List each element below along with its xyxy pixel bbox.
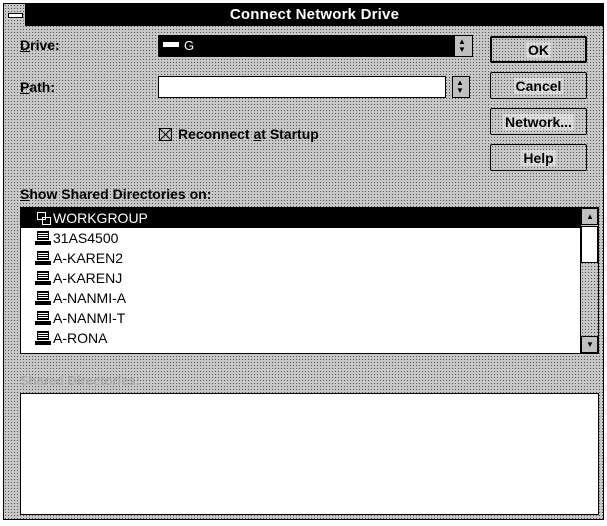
ok-button[interactable]: OK	[490, 36, 587, 63]
computer-icon	[35, 230, 51, 246]
cancel-button[interactable]: Cancel	[490, 72, 587, 99]
computer-icon	[35, 250, 51, 266]
shared-directories-label: Shared Directories:	[20, 373, 140, 388]
vertical-scrollbar[interactable]: ▲ ▼	[580, 208, 598, 353]
path-history-button[interactable]: ▲ ▼	[452, 76, 470, 98]
drive-selected-value: G	[163, 38, 194, 53]
list-item[interactable]: A-KARENJ	[21, 268, 598, 288]
drive-dropdown[interactable]: G ▲ ▼	[158, 35, 473, 57]
reconnect-checkbox[interactable]: Reconnect at Startup	[159, 126, 319, 142]
drive-label: Drive:	[20, 37, 60, 53]
shared-directories-list[interactable]	[20, 393, 599, 515]
list-item[interactable]: 31AS4500	[21, 228, 598, 248]
list-item[interactable]: A-RONA	[21, 328, 598, 348]
reconnect-label: Reconnect at Startup	[178, 126, 319, 142]
computer-icon	[35, 270, 51, 286]
network-button[interactable]: Network...	[490, 108, 587, 135]
scroll-up-button[interactable]: ▲	[581, 208, 598, 225]
network-drive-icon	[163, 42, 179, 49]
scroll-down-button[interactable]: ▼	[581, 336, 598, 353]
dialog-title: Connect Network Drive	[229, 6, 400, 23]
computer-icon	[35, 330, 51, 346]
list-item[interactable]: A-NANMI-T	[21, 308, 598, 328]
list-item[interactable]: A-NANMI-A	[21, 288, 598, 308]
list-item-workgroup[interactable]: WORKGROUP	[21, 208, 598, 228]
help-button[interactable]: Help	[490, 144, 587, 171]
computer-icon	[35, 290, 51, 306]
down-arrow-icon: ▼	[586, 340, 594, 349]
checkbox-checked-icon	[159, 127, 172, 141]
title-bar: Connect Network Drive	[4, 4, 603, 26]
drive-letter: G	[184, 38, 195, 53]
drive-dropdown-button[interactable]: ▲ ▼	[454, 36, 472, 56]
path-input[interactable]	[158, 76, 446, 98]
list-item[interactable]: A-KAREN2	[21, 248, 598, 268]
scroll-thumb[interactable]	[581, 226, 598, 263]
computer-list[interactable]: WORKGROUP 31AS4500 A-KAREN2 A-KARENJ A-N…	[20, 207, 599, 354]
workgroup-icon	[35, 210, 51, 226]
path-label: Path:	[20, 79, 56, 95]
computer-icon	[35, 310, 51, 326]
up-down-arrow-icon: ▲ ▼	[456, 78, 464, 95]
up-down-arrow-icon: ▲ ▼	[458, 37, 466, 54]
dialog-window: Connect Network Drive Drive: G ▲ ▼ Path: …	[3, 3, 604, 520]
system-menu-button[interactable]	[4, 4, 26, 26]
show-shared-label: Show Shared Directories on:	[20, 186, 212, 202]
system-menu-icon	[8, 13, 23, 18]
up-arrow-icon: ▲	[586, 212, 594, 221]
